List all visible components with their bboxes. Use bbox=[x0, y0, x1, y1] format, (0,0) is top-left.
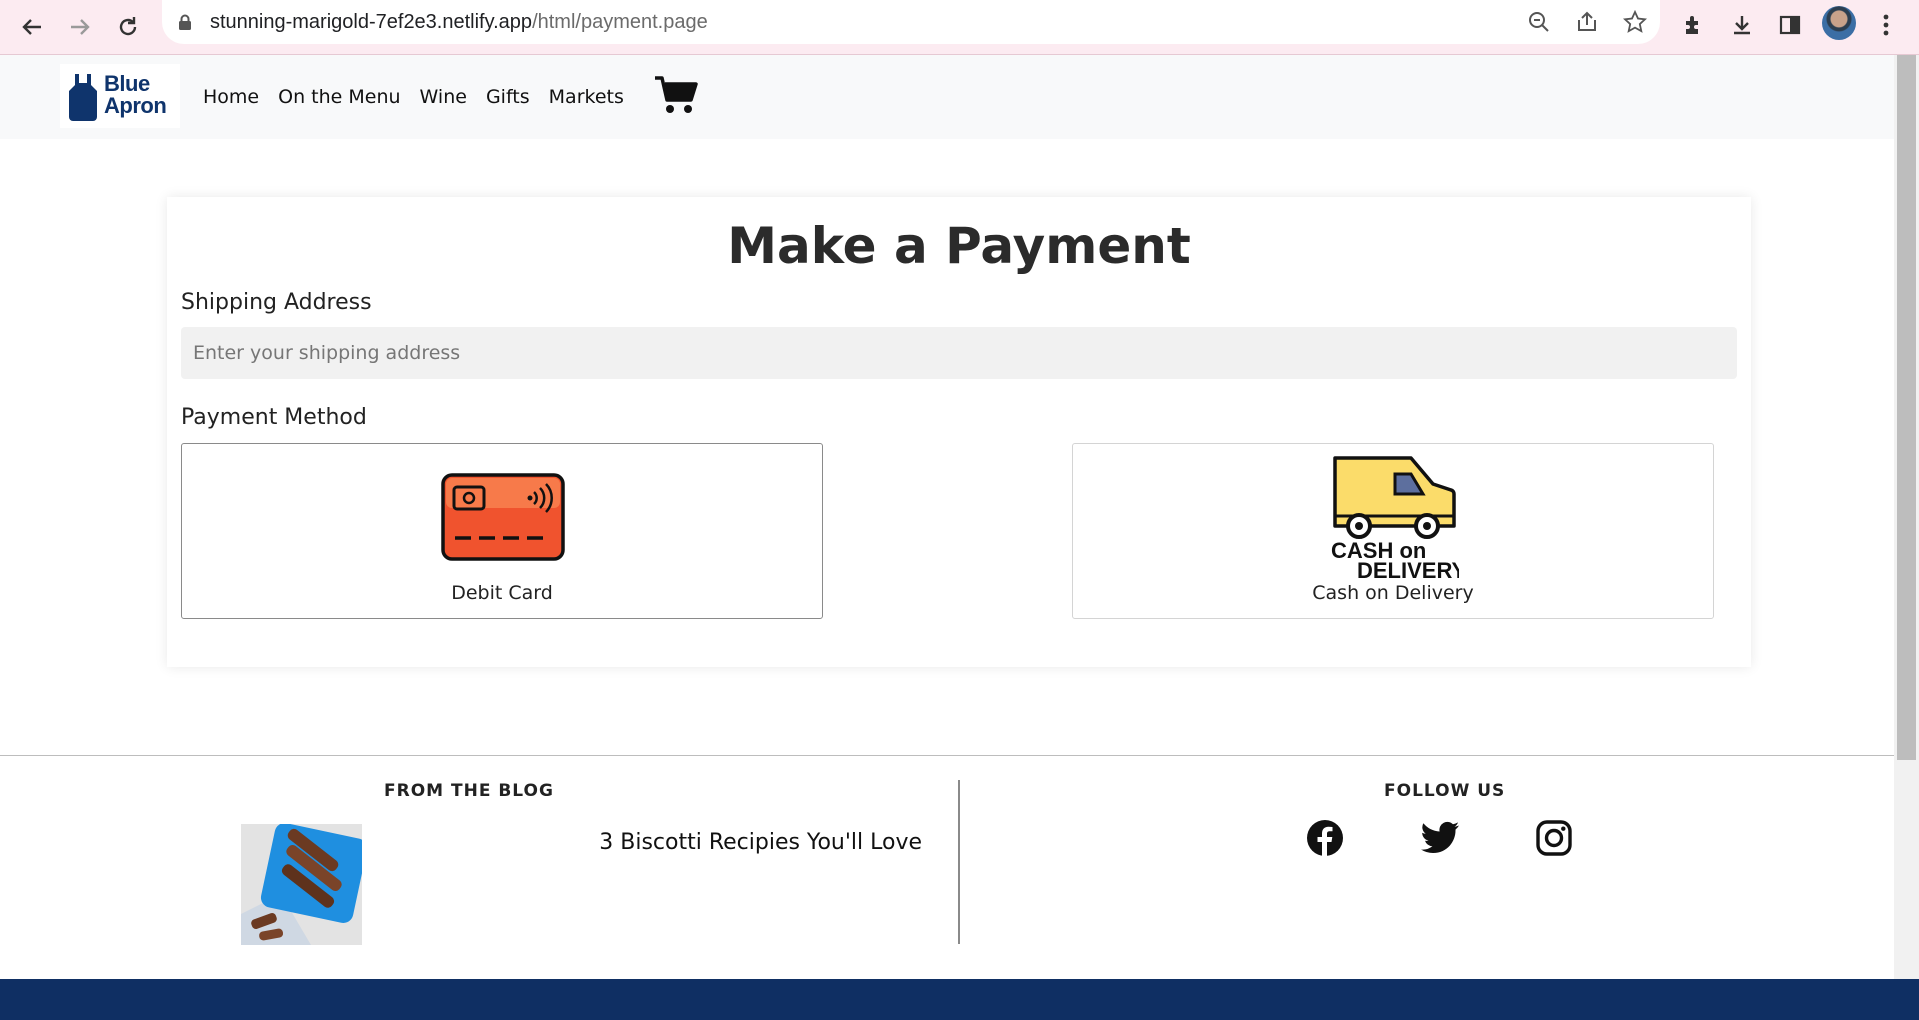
footer-divider bbox=[958, 780, 960, 944]
logo-text: Blue Apron bbox=[104, 71, 167, 118]
zoom-icon[interactable] bbox=[1527, 10, 1551, 34]
url-text: stunning-marigold-7ef2e3.netlify.app/htm… bbox=[210, 0, 708, 44]
shipping-address-label: Shipping Address bbox=[181, 290, 372, 315]
extensions-icon[interactable] bbox=[1679, 10, 1709, 40]
site-header: Blue Apron Home On the Menu Wine Gifts M… bbox=[0, 55, 1894, 139]
url-domain: stunning-marigold-7ef2e3.netlify.app bbox=[210, 11, 533, 33]
nav-wine[interactable]: Wine bbox=[420, 86, 467, 108]
shipping-address-input[interactable] bbox=[181, 327, 1737, 379]
side-panel-icon[interactable] bbox=[1775, 10, 1805, 40]
cash-on-delivery-label: Cash on Delivery bbox=[1312, 582, 1474, 604]
apron-logo-icon bbox=[69, 74, 97, 121]
lock-icon bbox=[178, 14, 192, 35]
facebook-icon[interactable] bbox=[1305, 818, 1345, 858]
nav-on-the-menu[interactable]: On the Menu bbox=[278, 86, 400, 108]
logo-line-2: Apron bbox=[104, 93, 167, 118]
page-title: Make a Payment bbox=[727, 217, 1191, 275]
blog-post-thumbnail[interactable] bbox=[241, 824, 362, 945]
address-bar[interactable]: stunning-marigold-7ef2e3.netlify.app/htm… bbox=[162, 0, 1660, 44]
nav-gifts[interactable]: Gifts bbox=[486, 86, 530, 108]
blog-post-link[interactable]: 3 Biscotti Recipies You'll Love bbox=[560, 830, 922, 855]
footer-top-border bbox=[0, 755, 1894, 756]
profile-avatar[interactable] bbox=[1822, 6, 1856, 40]
footer-bottom-bar bbox=[0, 979, 1919, 1020]
back-icon[interactable] bbox=[14, 9, 50, 45]
main-nav: Home On the Menu Wine Gifts Markets bbox=[203, 55, 643, 139]
bookmark-star-icon[interactable] bbox=[1622, 9, 1648, 34]
browser-toolbar: stunning-marigold-7ef2e3.netlify.app/htm… bbox=[0, 0, 1919, 55]
instagram-icon[interactable] bbox=[1534, 818, 1574, 858]
follow-us-heading: FOLLOW US bbox=[1384, 781, 1506, 801]
payment-card: Make a Payment Shipping Address Payment … bbox=[167, 197, 1751, 667]
nav-home[interactable]: Home bbox=[203, 86, 259, 108]
menu-kebab-icon[interactable] bbox=[1871, 10, 1901, 40]
share-icon[interactable] bbox=[1575, 10, 1599, 34]
twitter-icon[interactable] bbox=[1420, 818, 1460, 858]
delivery-van-icon: CASH on DELIVERY bbox=[1331, 456, 1459, 580]
credit-card-icon bbox=[441, 473, 565, 561]
download-icon[interactable] bbox=[1727, 10, 1757, 40]
cash-on-delivery-option[interactable]: CASH on DELIVERY Cash on Delivery bbox=[1072, 443, 1714, 619]
url-path: /html/payment.page bbox=[532, 11, 708, 33]
reload-icon[interactable] bbox=[110, 9, 146, 45]
logo-line-1: Blue bbox=[104, 71, 150, 96]
blue-apron-logo[interactable]: Blue Apron bbox=[60, 64, 180, 128]
nav-markets[interactable]: Markets bbox=[549, 86, 624, 108]
debit-card-option[interactable]: Debit Card bbox=[181, 443, 823, 619]
payment-method-label: Payment Method bbox=[181, 405, 367, 430]
blog-heading: FROM THE BLOG bbox=[384, 781, 554, 801]
biscotti-photo bbox=[241, 824, 362, 945]
scrollbar-thumb[interactable] bbox=[1897, 55, 1916, 760]
forward-icon[interactable] bbox=[62, 9, 98, 45]
cart-icon[interactable] bbox=[654, 75, 698, 119]
cod-image-text-2: DELIVERY bbox=[1357, 558, 1459, 580]
debit-card-label: Debit Card bbox=[451, 582, 553, 604]
